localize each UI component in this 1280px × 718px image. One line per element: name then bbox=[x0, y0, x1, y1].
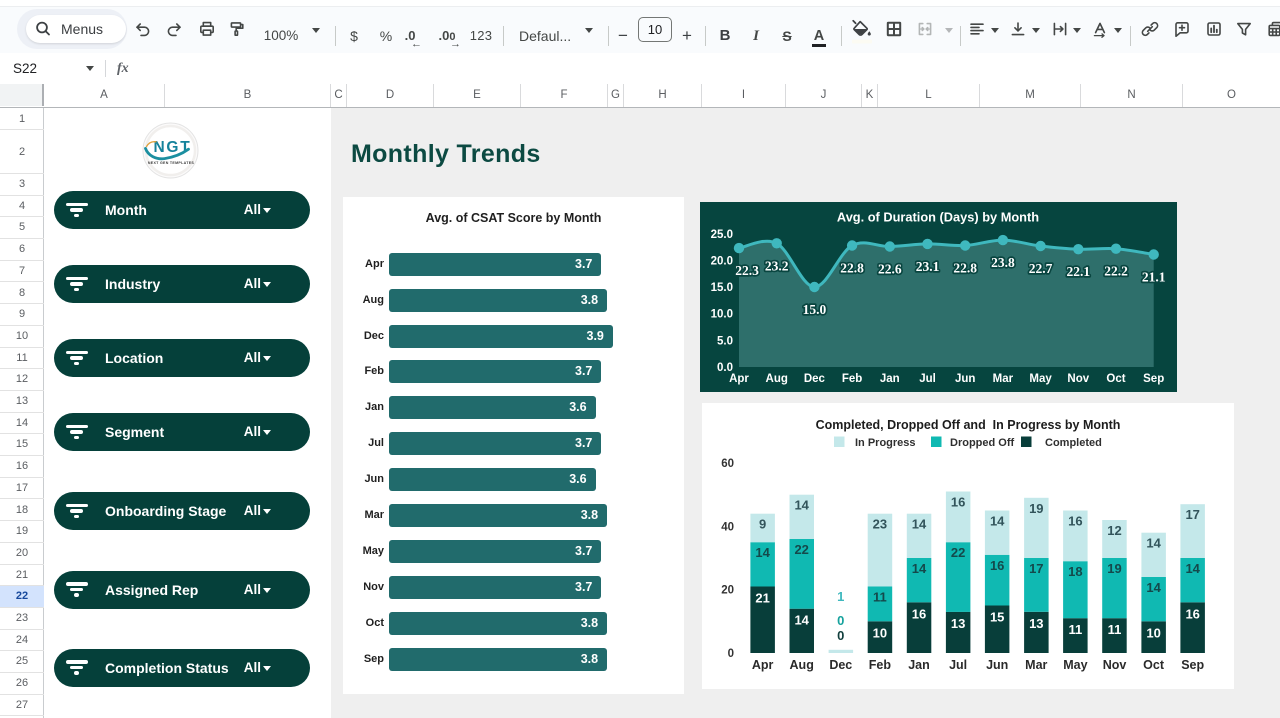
svg-text:16: 16 bbox=[951, 495, 965, 510]
svg-text:22: 22 bbox=[794, 542, 808, 557]
svg-text:25.0: 25.0 bbox=[711, 229, 733, 241]
svg-text:11: 11 bbox=[873, 590, 887, 605]
svg-text:16: 16 bbox=[912, 606, 926, 621]
svg-text:0: 0 bbox=[837, 628, 844, 643]
svg-text:10: 10 bbox=[1146, 625, 1160, 640]
svg-text:15.0: 15.0 bbox=[711, 282, 733, 294]
svg-text:40: 40 bbox=[721, 521, 734, 533]
svg-text:Mar: Mar bbox=[1025, 658, 1047, 672]
svg-text:15: 15 bbox=[990, 610, 1004, 625]
svg-text:22.1: 22.1 bbox=[1066, 264, 1090, 279]
svg-text:22.3: 22.3 bbox=[735, 263, 759, 278]
svg-text:11: 11 bbox=[1108, 622, 1122, 637]
svg-text:13: 13 bbox=[1029, 616, 1043, 631]
svg-text:Nov: Nov bbox=[1103, 658, 1127, 672]
svg-text:14: 14 bbox=[794, 498, 809, 513]
svg-text:10.0: 10.0 bbox=[711, 309, 733, 321]
svg-text:Completed, Dropped Off and In: Completed, Dropped Off and In Progress b… bbox=[816, 418, 1121, 432]
svg-text:21: 21 bbox=[755, 591, 769, 606]
svg-text:Oct: Oct bbox=[1106, 373, 1125, 385]
svg-text:22.6: 22.6 bbox=[878, 262, 902, 277]
svg-text:Dec: Dec bbox=[829, 658, 852, 672]
svg-text:Feb: Feb bbox=[869, 658, 892, 672]
svg-text:0: 0 bbox=[728, 648, 734, 660]
svg-text:Mar: Mar bbox=[993, 373, 1014, 385]
svg-text:Dec: Dec bbox=[804, 373, 826, 385]
svg-text:In Progress: In Progress bbox=[855, 437, 916, 449]
svg-text:Aug: Aug bbox=[790, 658, 814, 672]
svg-text:NGT: NGT bbox=[153, 139, 191, 156]
svg-text:Jul: Jul bbox=[919, 373, 936, 385]
svg-text:14: 14 bbox=[912, 561, 927, 576]
svg-text:May: May bbox=[1029, 373, 1052, 385]
svg-text:Sep: Sep bbox=[1143, 373, 1164, 385]
svg-text:Jun: Jun bbox=[986, 658, 1008, 672]
svg-text:20.0: 20.0 bbox=[711, 255, 733, 267]
svg-text:Apr: Apr bbox=[729, 373, 749, 385]
svg-text:May: May bbox=[1063, 658, 1087, 672]
svg-text:15.0: 15.0 bbox=[803, 302, 827, 317]
svg-text:1: 1 bbox=[837, 589, 844, 604]
svg-text:60: 60 bbox=[721, 458, 734, 470]
svg-text:Jun: Jun bbox=[955, 373, 975, 385]
svg-text:NEXT GEN TEMPLATES: NEXT GEN TEMPLATES bbox=[148, 161, 195, 165]
svg-text:Sep: Sep bbox=[1181, 658, 1204, 672]
svg-text:12: 12 bbox=[1107, 523, 1121, 538]
svg-text:23.8: 23.8 bbox=[991, 255, 1015, 270]
svg-text:Jan: Jan bbox=[908, 658, 930, 672]
svg-text:10: 10 bbox=[873, 625, 887, 640]
svg-text:22: 22 bbox=[951, 545, 965, 560]
svg-text:16: 16 bbox=[990, 558, 1004, 573]
svg-text:16: 16 bbox=[1068, 514, 1082, 529]
svg-text:23.1: 23.1 bbox=[916, 259, 940, 274]
svg-text:16: 16 bbox=[1185, 606, 1199, 621]
svg-text:14: 14 bbox=[912, 517, 927, 532]
svg-text:17: 17 bbox=[1029, 561, 1043, 576]
svg-text:14: 14 bbox=[794, 613, 809, 628]
svg-text:22.7: 22.7 bbox=[1029, 261, 1053, 276]
svg-text:Completed: Completed bbox=[1045, 437, 1102, 449]
svg-text:14: 14 bbox=[990, 514, 1005, 529]
svg-text:Nov: Nov bbox=[1067, 373, 1089, 385]
svg-text:20: 20 bbox=[721, 585, 734, 597]
svg-text:Oct: Oct bbox=[1143, 658, 1165, 672]
svg-text:21.1: 21.1 bbox=[1142, 270, 1166, 285]
svg-text:22.2: 22.2 bbox=[1104, 264, 1128, 279]
svg-text:17: 17 bbox=[1185, 507, 1199, 522]
svg-text:11: 11 bbox=[1069, 622, 1083, 637]
svg-text:Aug: Aug bbox=[766, 373, 788, 385]
svg-text:23: 23 bbox=[873, 517, 887, 532]
svg-text:19: 19 bbox=[1029, 501, 1043, 516]
svg-text:22.8: 22.8 bbox=[840, 261, 864, 276]
svg-text:Feb: Feb bbox=[842, 373, 862, 385]
svg-text:5.0: 5.0 bbox=[717, 335, 733, 347]
svg-text:14: 14 bbox=[1146, 536, 1161, 551]
svg-text:0: 0 bbox=[837, 613, 844, 628]
svg-text:23.2: 23.2 bbox=[765, 258, 789, 273]
svg-text:22.8: 22.8 bbox=[953, 261, 977, 276]
svg-text:9: 9 bbox=[759, 517, 766, 532]
svg-text:Jul: Jul bbox=[949, 658, 967, 672]
svg-text:Avg. of Duration (Days) by Mon: Avg. of Duration (Days) by Month bbox=[837, 210, 1039, 225]
svg-text:14: 14 bbox=[1146, 580, 1161, 595]
svg-text:Dropped Off: Dropped Off bbox=[950, 437, 1014, 449]
svg-text:14: 14 bbox=[1185, 561, 1200, 576]
svg-text:Apr: Apr bbox=[752, 658, 774, 672]
svg-text:14: 14 bbox=[755, 545, 770, 560]
svg-text:19: 19 bbox=[1107, 561, 1121, 576]
svg-text:18: 18 bbox=[1068, 564, 1082, 579]
svg-text:Jan: Jan bbox=[880, 373, 900, 385]
svg-text:13: 13 bbox=[951, 616, 965, 631]
